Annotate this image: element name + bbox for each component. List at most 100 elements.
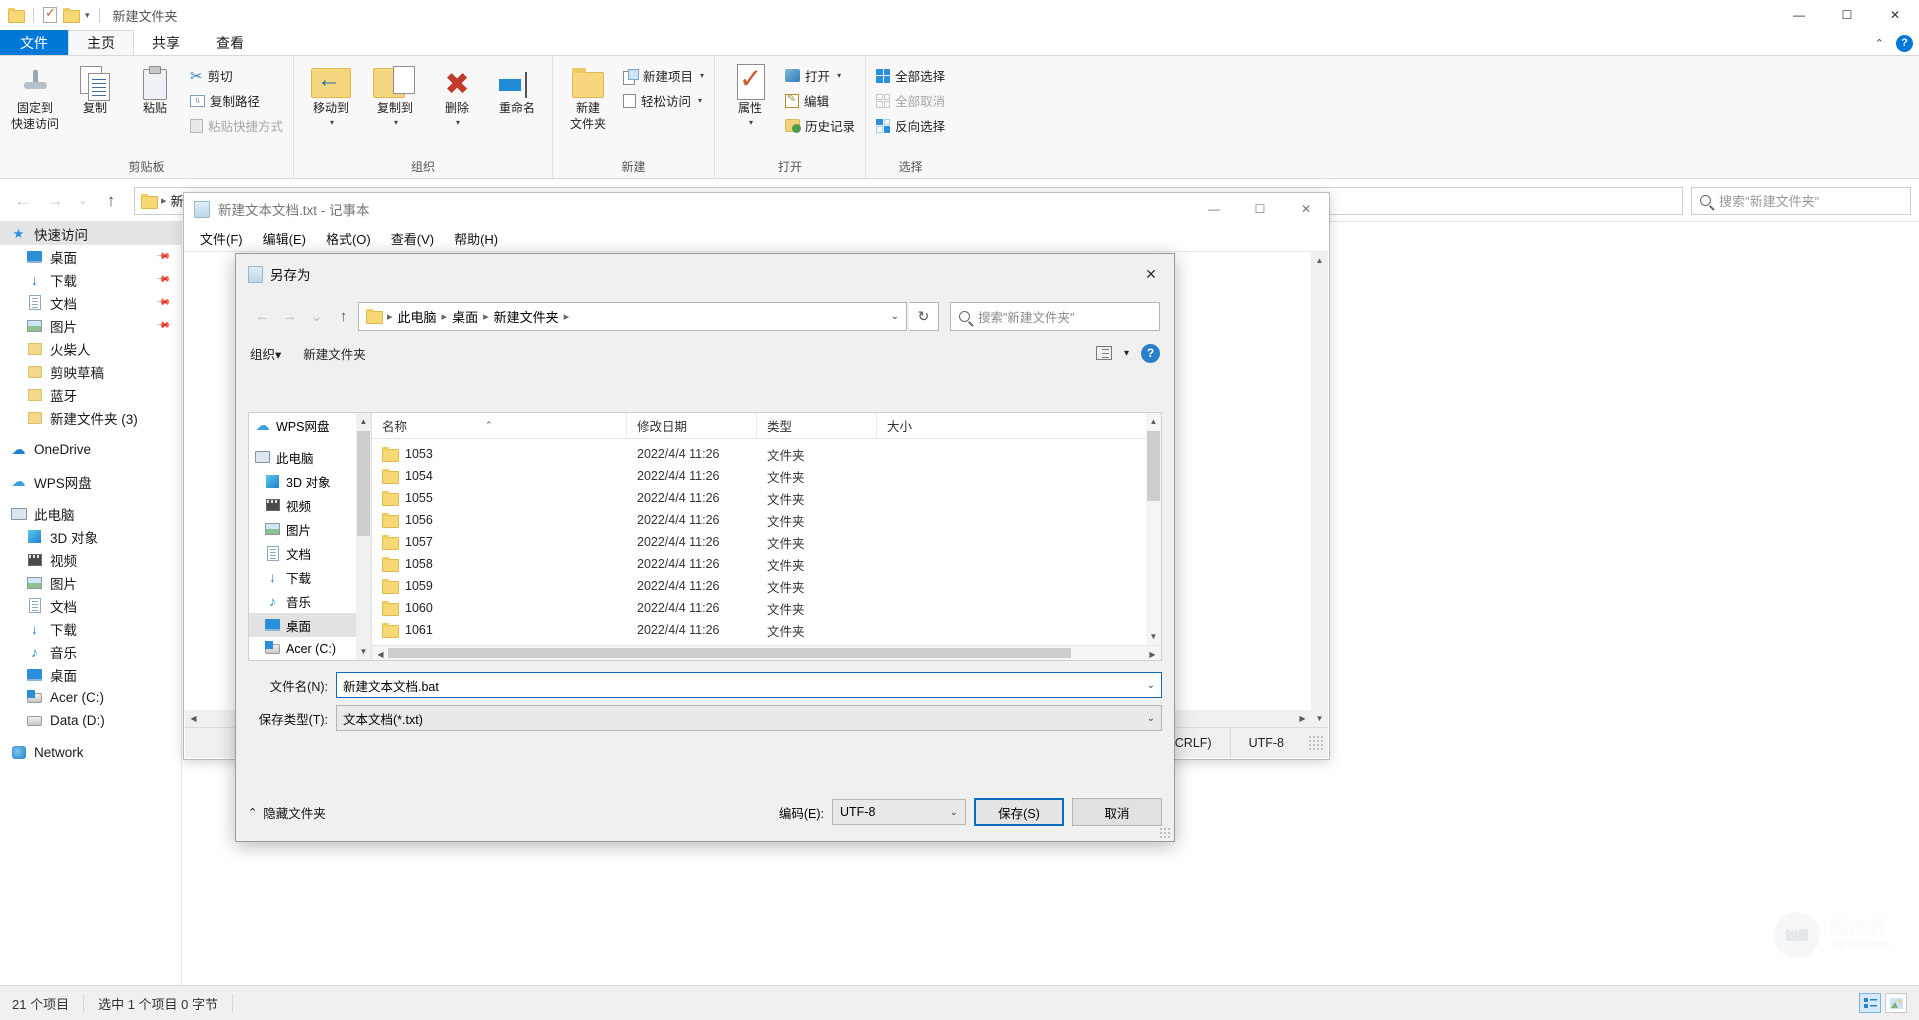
forward-button[interactable]: → — [40, 186, 70, 216]
column-header-name[interactable]: 名称 ⌃ — [372, 413, 627, 438]
tree-scrollbar[interactable]: ▲ ▼ — [356, 413, 371, 660]
chevron-down-icon[interactable]: ▾ — [837, 71, 841, 80]
dialog-refresh-button[interactable]: ↻ — [909, 302, 939, 331]
large-icons-view-icon[interactable] — [1885, 993, 1907, 1013]
dialog-tree-item[interactable]: 桌面 — [249, 613, 371, 637]
sidebar-item[interactable]: 3D 对象 — [0, 525, 181, 548]
back-button[interactable]: ← — [8, 186, 38, 216]
menu-view[interactable]: 查看(V) — [383, 227, 442, 250]
chevron-down-icon[interactable]: ▾ — [456, 118, 460, 127]
chevron-down-icon[interactable]: ▾ — [85, 10, 90, 21]
file-list-row[interactable]: 10552022/4/4 11:26文件夹 — [372, 487, 1161, 509]
dialog-search-box[interactable]: 搜索"新建文件夹" — [950, 302, 1160, 331]
pin-icon[interactable]: 📌 — [156, 249, 172, 265]
breadcrumb-desktop[interactable]: 桌面 — [452, 307, 478, 326]
scroll-down-icon[interactable]: ▼ — [356, 643, 371, 660]
properties-button[interactable]: 属性 ▾ — [721, 60, 779, 131]
sidebar-item[interactable]: 图片 — [0, 571, 181, 594]
new-item-button[interactable]: 新建项目 ▾ — [619, 64, 708, 87]
dialog-tree-item[interactable]: ↓下载 — [249, 565, 371, 589]
chevron-down-icon[interactable]: ▾ — [394, 118, 398, 127]
paste-button[interactable]: 粘贴 — [126, 60, 184, 120]
help-icon[interactable]: ? — [1141, 344, 1160, 363]
collapse-ribbon-icon[interactable]: ⌃ — [1875, 37, 1884, 50]
scroll-up-icon[interactable]: ▲ — [1311, 252, 1328, 269]
folder-icon[interactable] — [8, 8, 24, 22]
recent-locations-button[interactable]: ⌄ — [72, 186, 94, 216]
copy-to-button[interactable]: 复制到 ▾ — [364, 60, 426, 131]
scroll-up-icon[interactable]: ▲ — [356, 413, 371, 430]
address-dropdown-icon[interactable]: ⌄ — [885, 311, 899, 322]
notepad-window-controls[interactable]: — ☐ ✕ — [1191, 193, 1329, 225]
new-folder-icon[interactable] — [63, 8, 79, 22]
save-button[interactable]: 保存(S) — [974, 798, 1064, 826]
minimize-button[interactable]: — — [1191, 193, 1237, 225]
pin-icon[interactable]: 📌 — [156, 318, 172, 334]
cut-button[interactable]: ✂ 剪切 — [186, 64, 287, 87]
dialog-tree-item[interactable]: 视频 — [249, 493, 371, 517]
sidebar-item[interactable]: 桌面📌 — [0, 245, 181, 268]
dialog-tree-item[interactable]: 文档 — [249, 541, 371, 565]
menu-help[interactable]: 帮助(H) — [446, 227, 506, 250]
breadcrumb-this-pc[interactable]: 此电脑 — [398, 307, 437, 326]
sidebar-item[interactable]: 视频 — [0, 548, 181, 571]
dialog-tree-item[interactable]: 3D 对象 — [249, 469, 371, 493]
filename-input[interactable]: 新建文本文档.bat ⌄ — [336, 672, 1162, 698]
sidebar-item[interactable]: ☁OneDrive — [0, 438, 181, 461]
new-folder-button[interactable]: 新建 文件夹 — [559, 60, 617, 136]
sidebar-item[interactable]: 此电脑 — [0, 502, 181, 525]
chevron-down-icon[interactable]: ⌄ — [944, 807, 958, 818]
file-list-scrollbar[interactable]: ▲ ▼ — [1146, 413, 1161, 645]
chevron-down-icon[interactable]: ▾ — [749, 118, 753, 127]
up-button[interactable]: ↑ — [96, 186, 126, 216]
edit-button[interactable]: 编辑 — [781, 89, 859, 112]
dialog-forward-button[interactable]: → — [277, 302, 302, 330]
breadcrumb-current-folder[interactable]: 新建文件夹 — [494, 307, 559, 326]
maximize-button[interactable]: ☐ — [1237, 193, 1283, 225]
file-list-row[interactable]: 10602022/4/4 11:26文件夹 — [372, 597, 1161, 619]
invert-selection-button[interactable]: 反向选择 — [872, 114, 949, 137]
easy-access-button[interactable]: 轻松访问 ▾ — [619, 89, 708, 112]
explorer-search-box[interactable]: 搜索"新建文件夹" — [1691, 187, 1911, 215]
sidebar-item[interactable]: ↓下载📌 — [0, 268, 181, 291]
close-button[interactable]: ✕ — [1871, 0, 1919, 30]
chevron-down-icon[interactable]: ▾ — [330, 118, 334, 127]
dialog-tree-item[interactable]: 此电脑 — [249, 445, 371, 469]
sidebar-item[interactable]: 蓝牙 — [0, 383, 181, 406]
sidebar-item[interactable]: ♪音乐 — [0, 640, 181, 663]
file-list-row[interactable]: 10582022/4/4 11:26文件夹 — [372, 553, 1161, 575]
column-header-size[interactable]: 大小 — [877, 413, 967, 438]
dialog-tree-item[interactable]: 图片 — [249, 517, 371, 541]
dialog-tree-item[interactable]: ♪音乐 — [249, 589, 371, 613]
select-all-button[interactable]: 全部选择 — [872, 64, 949, 87]
menu-file[interactable]: 文件(F) — [192, 227, 251, 250]
cancel-button[interactable]: 取消 — [1072, 798, 1162, 826]
file-list-row[interactable]: 10562022/4/4 11:26文件夹 — [372, 509, 1161, 531]
encoding-select[interactable]: UTF-8 ⌄ — [832, 799, 966, 825]
dialog-back-button[interactable]: ← — [250, 302, 275, 330]
sidebar-item[interactable]: 火柴人 — [0, 337, 181, 360]
scrollbar-thumb[interactable] — [357, 431, 370, 536]
scroll-right-icon[interactable]: ▶ — [1294, 710, 1311, 727]
scroll-up-icon[interactable]: ▲ — [1146, 413, 1161, 430]
scroll-left-icon[interactable]: ◀ — [185, 710, 202, 727]
details-view-icon[interactable] — [1859, 993, 1881, 1013]
maximize-button[interactable]: ☐ — [1823, 0, 1871, 30]
file-list-row[interactable]: 10592022/4/4 11:26文件夹 — [372, 575, 1161, 597]
change-view-icon[interactable] — [1096, 346, 1112, 360]
sidebar-item[interactable]: ☁WPS网盘 — [0, 470, 181, 493]
chevron-down-icon[interactable]: ⌄ — [1141, 713, 1155, 724]
rename-button[interactable]: 重命名 — [488, 60, 546, 120]
chevron-down-icon[interactable]: ⌄ — [1141, 680, 1155, 691]
view-mode-buttons[interactable] — [1859, 993, 1907, 1013]
dialog-address-input[interactable]: ▸ 此电脑 ▸ 桌面 ▸ 新建文件夹 ▸ ⌄ — [358, 302, 907, 331]
scrollbar-thumb[interactable] — [388, 648, 1071, 658]
tab-home[interactable]: 主页 — [68, 30, 134, 55]
properties-check-icon[interactable] — [43, 7, 57, 23]
menu-format[interactable]: 格式(O) — [318, 227, 379, 250]
close-button[interactable]: ✕ — [1283, 193, 1329, 225]
open-button[interactable]: 打开 ▾ — [781, 64, 859, 87]
sidebar-item[interactable]: Acer (C:) — [0, 686, 181, 709]
file-list-row[interactable]: 10612022/4/4 11:26文件夹 — [372, 619, 1161, 641]
pin-icon[interactable]: 📌 — [156, 295, 172, 311]
